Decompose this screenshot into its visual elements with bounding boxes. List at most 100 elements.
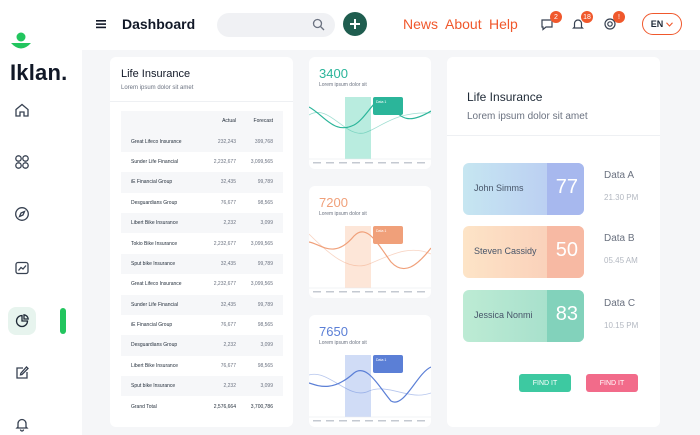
mini-chart: Data 1 xyxy=(309,97,431,164)
person-name: Jessica Nonmi xyxy=(474,310,533,320)
person-score: 83 xyxy=(555,303,578,325)
forecast-cell: 99,789 xyxy=(257,179,273,186)
row-label: Grand Total xyxy=(131,403,157,410)
table-row: Great Lifeco Insurance 232,243 399,768 xyxy=(121,131,283,151)
row-label: Libert Bike Insurance xyxy=(131,220,178,227)
table-row: Sunder Life Financial 32,435 99,789 xyxy=(121,295,283,315)
row-label: Sput bike Insurance xyxy=(131,260,176,267)
sidebar-item-grid[interactable] xyxy=(8,148,36,176)
axis-tick xyxy=(365,162,373,164)
sidebar-item-notifications[interactable] xyxy=(8,410,36,435)
notifications-button[interactable]: 18 xyxy=(571,11,593,33)
language-select[interactable]: EN xyxy=(642,13,682,35)
table-total-row: Grand Total 2,576,664 3,700,786 xyxy=(121,396,283,417)
chart-value: 7200 xyxy=(319,195,348,210)
life-insurance-card: Life Insurance Lorem ipsum dolor sit ame… xyxy=(447,57,660,427)
compass-icon xyxy=(15,207,29,221)
table-row: Sput bike Insurance 32,435 99,789 xyxy=(121,254,283,274)
nav-link-about[interactable]: About xyxy=(445,16,482,32)
nav-link-help[interactable]: Help xyxy=(489,16,518,32)
table-row: iE Financial Group 76,677 98,565 xyxy=(121,314,283,336)
sidebar: Iklan. xyxy=(0,0,82,435)
highlight-band xyxy=(345,226,371,288)
actual-cell: 2,232 xyxy=(223,342,236,349)
data-time: 10.15 PM xyxy=(604,321,639,330)
insurance-table: Actual Forecast Great Lifeco Insurance 23… xyxy=(121,111,283,417)
search-bar[interactable] xyxy=(217,13,335,37)
table-row: Sunder Life Financial 2,232,677 3,099,565 xyxy=(121,151,283,173)
data-time: 21.30 PM xyxy=(604,193,639,202)
header-cell-actual: Actual xyxy=(222,118,236,125)
row-label: Desguardians Group xyxy=(131,199,178,206)
axis-tick xyxy=(417,291,425,293)
logo-icon xyxy=(11,32,31,49)
data-time: 05.45 AM xyxy=(604,256,638,265)
table-header: Actual Forecast xyxy=(121,111,283,131)
mini-chart: Data 1 xyxy=(309,355,431,422)
find-it-button-pink[interactable]: FIND IT xyxy=(586,374,638,392)
row-label: iE Financial Group xyxy=(131,322,173,329)
person-card-3[interactable]: Jessica Nonmi 83 xyxy=(463,290,584,342)
axis-tick xyxy=(417,420,425,422)
highlight-band xyxy=(345,355,371,417)
axis-tick xyxy=(352,291,360,293)
active-indicator xyxy=(60,308,66,334)
data-label: Data B xyxy=(604,233,635,244)
search-icon[interactable] xyxy=(312,18,325,31)
menu-icon[interactable] xyxy=(94,17,108,31)
tooltip-text: Data 1 xyxy=(376,229,386,233)
person-card-1[interactable]: John Simms 77 xyxy=(463,163,584,215)
person-card-2[interactable]: Steven Cassidy 50 xyxy=(463,226,584,278)
axis-tick xyxy=(391,291,399,293)
chart-card-2: 7200 Lorem ipsum dolor sit Data 1 xyxy=(309,186,431,298)
row-label: Sunder Life Financial xyxy=(131,158,178,165)
row-label: iE Financial Group xyxy=(131,179,173,186)
add-button[interactable] xyxy=(343,12,367,36)
forecast-cell: 3,099 xyxy=(260,220,273,227)
sidebar-item-chart[interactable] xyxy=(8,254,36,282)
nav-link-news[interactable]: News xyxy=(403,16,438,32)
chart-value: 7650 xyxy=(319,324,348,339)
actual-cell: 76,677 xyxy=(220,199,236,206)
data-label: Data A xyxy=(604,170,635,181)
card-subtitle: Lorem ipsum dolor sit amet xyxy=(121,85,194,91)
chart-card-1: 3400 Lorem ipsum dolor sit Data 1 xyxy=(309,57,431,169)
person-name: John Simms xyxy=(474,183,524,193)
axis-tick xyxy=(352,162,360,164)
search-input[interactable] xyxy=(227,19,309,31)
axis-tick xyxy=(404,162,412,164)
brand-name: Iklan. xyxy=(10,60,68,85)
sidebar-item-edit[interactable] xyxy=(8,359,36,387)
card-title: Life Insurance xyxy=(467,90,543,104)
axis-tick xyxy=(404,420,412,422)
tooltip-text: Data 1 xyxy=(376,100,386,104)
mini-chart: Data 1 xyxy=(309,226,431,293)
sidebar-item-home[interactable] xyxy=(8,96,36,124)
sidebar-item-pie-chart[interactable] xyxy=(8,307,36,335)
alerts-button[interactable]: ! xyxy=(603,11,625,33)
axis-tick xyxy=(339,420,347,422)
actual-cell: 2,232,677 xyxy=(213,158,236,165)
sidebar-item-compass[interactable] xyxy=(8,200,36,228)
home-icon xyxy=(15,103,29,117)
row-label: Sunder Life Financial xyxy=(131,301,178,308)
messages-button[interactable]: 2 xyxy=(540,11,562,33)
forecast-cell: 99,789 xyxy=(257,260,273,267)
language-label: EN xyxy=(650,19,664,29)
forecast-cell: 399,768 xyxy=(254,138,273,145)
axis-tick xyxy=(313,162,321,164)
divider xyxy=(447,135,660,136)
find-it-button-green[interactable]: FIND IT xyxy=(519,374,571,392)
axis-tick xyxy=(404,291,412,293)
row-label: Great Lifeco Insurance xyxy=(131,281,182,288)
page-title: Dashboard xyxy=(122,16,196,32)
alerts-badge: ! xyxy=(613,11,625,23)
actual-cell: 2,232 xyxy=(223,383,236,390)
bell-icon xyxy=(15,418,29,432)
table-row: Libert Bike Insurance 76,677 98,565 xyxy=(121,355,283,377)
actual-cell: 32,435 xyxy=(220,260,236,267)
card-title: Life Insurance xyxy=(121,68,191,80)
pie-chart-icon xyxy=(15,314,29,328)
axis-tick xyxy=(365,291,373,293)
chevron-down-icon xyxy=(666,21,674,27)
